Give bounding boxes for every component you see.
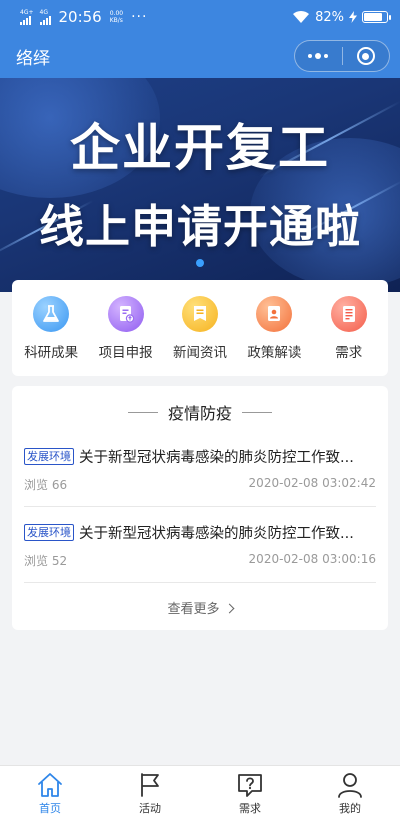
news-item[interactable]: 发展环境 关于新型冠状病毒感染的肺炎防控工作致... 浏览 52 2020-02… — [24, 522, 376, 569]
quick-nav-news[interactable]: 新闻资讯 — [164, 295, 236, 361]
view-count: 浏览 52 — [24, 554, 68, 568]
flask-icon — [33, 295, 70, 332]
view-count: 浏览 66 — [24, 478, 68, 492]
news-title: 关于新型冠状病毒感染的肺炎防控工作致... — [79, 449, 354, 466]
category-tag: 发展环境 — [24, 523, 74, 541]
news-meta: 浏览 66 2020-02-08 03:02:42 — [24, 476, 376, 493]
quick-nav-policy[interactable]: 政策解读 — [238, 295, 310, 361]
quick-nav-label: 政策解读 — [247, 344, 302, 361]
publish-date: 2020-02-08 03:00:16 — [248, 552, 376, 566]
requirement-icon — [330, 295, 367, 332]
section-header: 疫情防疫 — [12, 400, 388, 424]
signal-icon-sim2: 4G — [39, 9, 51, 25]
nav-bar: 络绎 — [0, 34, 400, 78]
status-left: 4G+ 4G 20:56 0.00 KB/s ··· — [20, 8, 147, 26]
publish-date: 2020-02-08 03:02:42 — [248, 476, 376, 490]
tab-label: 需求 — [239, 802, 261, 815]
chevron-right-icon — [224, 603, 234, 614]
quick-nav-label: 科研成果 — [24, 344, 79, 361]
divider — [24, 506, 376, 507]
more-dots-icon — [308, 53, 329, 59]
more-button[interactable] — [295, 41, 342, 71]
signal-icon-sim1: 4G+ — [20, 9, 34, 25]
page-title: 络绎 — [16, 48, 50, 69]
banner-headline: 企业开复工 — [70, 119, 330, 177]
news-title-row: 发展环境 关于新型冠状病毒感染的肺炎防控工作致... — [24, 522, 376, 542]
tab-label: 首页 — [39, 802, 61, 815]
quick-nav-label: 新闻资讯 — [172, 344, 227, 361]
view-more-link[interactable]: 查看更多 — [12, 598, 388, 617]
question-icon — [238, 774, 262, 797]
flag-icon — [141, 773, 159, 797]
battery-level — [364, 13, 383, 21]
title-line-right — [242, 411, 272, 413]
tab-label: 活动 — [139, 802, 161, 815]
quick-nav-card: 科研成果 项目申报 新闻资讯 政策解读 需求 — [12, 280, 388, 376]
epidemic-section: 疫情防疫 发展环境 关于新型冠状病毒感染的肺炎防控工作致... 浏览 66 20… — [12, 386, 388, 630]
target-icon — [356, 47, 375, 65]
battery-percent: 82% — [315, 9, 344, 25]
document-upload-icon — [107, 295, 144, 332]
network-speed: 0.00 KB/s — [110, 10, 123, 24]
title-line-left — [127, 411, 158, 413]
status-bar: 4G+ 4G 20:56 0.00 KB/s ··· 82% — [0, 0, 400, 34]
battery-icon — [362, 11, 391, 23]
charging-icon — [349, 11, 357, 23]
more-notifications-icon: ··· — [131, 9, 148, 25]
tab-mine[interactable]: 我的 — [300, 766, 400, 820]
status-time: 20:56 — [58, 8, 102, 26]
quick-nav-research[interactable]: 科研成果 — [15, 295, 87, 361]
news-item[interactable]: 发展环境 关于新型冠状病毒感染的肺炎防控工作致... 浏览 66 2020-02… — [24, 446, 376, 493]
policy-icon — [256, 295, 293, 332]
status-right: 82% — [292, 9, 391, 25]
banner-carousel[interactable]: 企业开复工 线上申请开通啦 — [0, 78, 400, 292]
quick-nav-requirement[interactable]: 需求 — [313, 295, 385, 361]
quick-nav-label: 项目申报 — [98, 344, 153, 361]
divider — [24, 582, 376, 583]
news-title: 关于新型冠状病毒感染的肺炎防控工作致... — [79, 525, 354, 542]
news-meta: 浏览 52 2020-02-08 03:00:16 — [24, 552, 376, 569]
news-title-row: 发展环境 关于新型冠状病毒感染的肺炎防控工作致... — [24, 446, 376, 466]
user-icon — [338, 773, 362, 798]
home-icon — [38, 773, 62, 797]
tab-activity[interactable]: 活动 — [100, 766, 200, 820]
view-more-label: 查看更多 — [167, 602, 220, 617]
banner-subheadline: 线上申请开通啦 — [38, 200, 361, 253]
network-speed-unit: KB/s — [109, 17, 123, 24]
news-icon — [181, 295, 218, 332]
quick-nav-label: 需求 — [335, 344, 363, 361]
close-program-button[interactable] — [343, 41, 390, 71]
mini-program-capsule — [294, 40, 390, 72]
category-tag: 发展环境 — [24, 447, 74, 465]
tab-label: 我的 — [339, 802, 361, 815]
tab-home[interactable]: 首页 — [0, 766, 100, 820]
tab-bar: 首页 活动 需求 我的 — [0, 765, 400, 820]
tab-requirement[interactable]: 需求 — [200, 766, 300, 820]
network-speed-value: 0.00 — [109, 10, 124, 17]
carousel-indicator-dot[interactable] — [196, 259, 204, 267]
quick-nav-project[interactable]: 项目申报 — [90, 295, 162, 361]
section-title: 疫情防疫 — [167, 404, 232, 423]
wifi-icon — [293, 10, 310, 23]
